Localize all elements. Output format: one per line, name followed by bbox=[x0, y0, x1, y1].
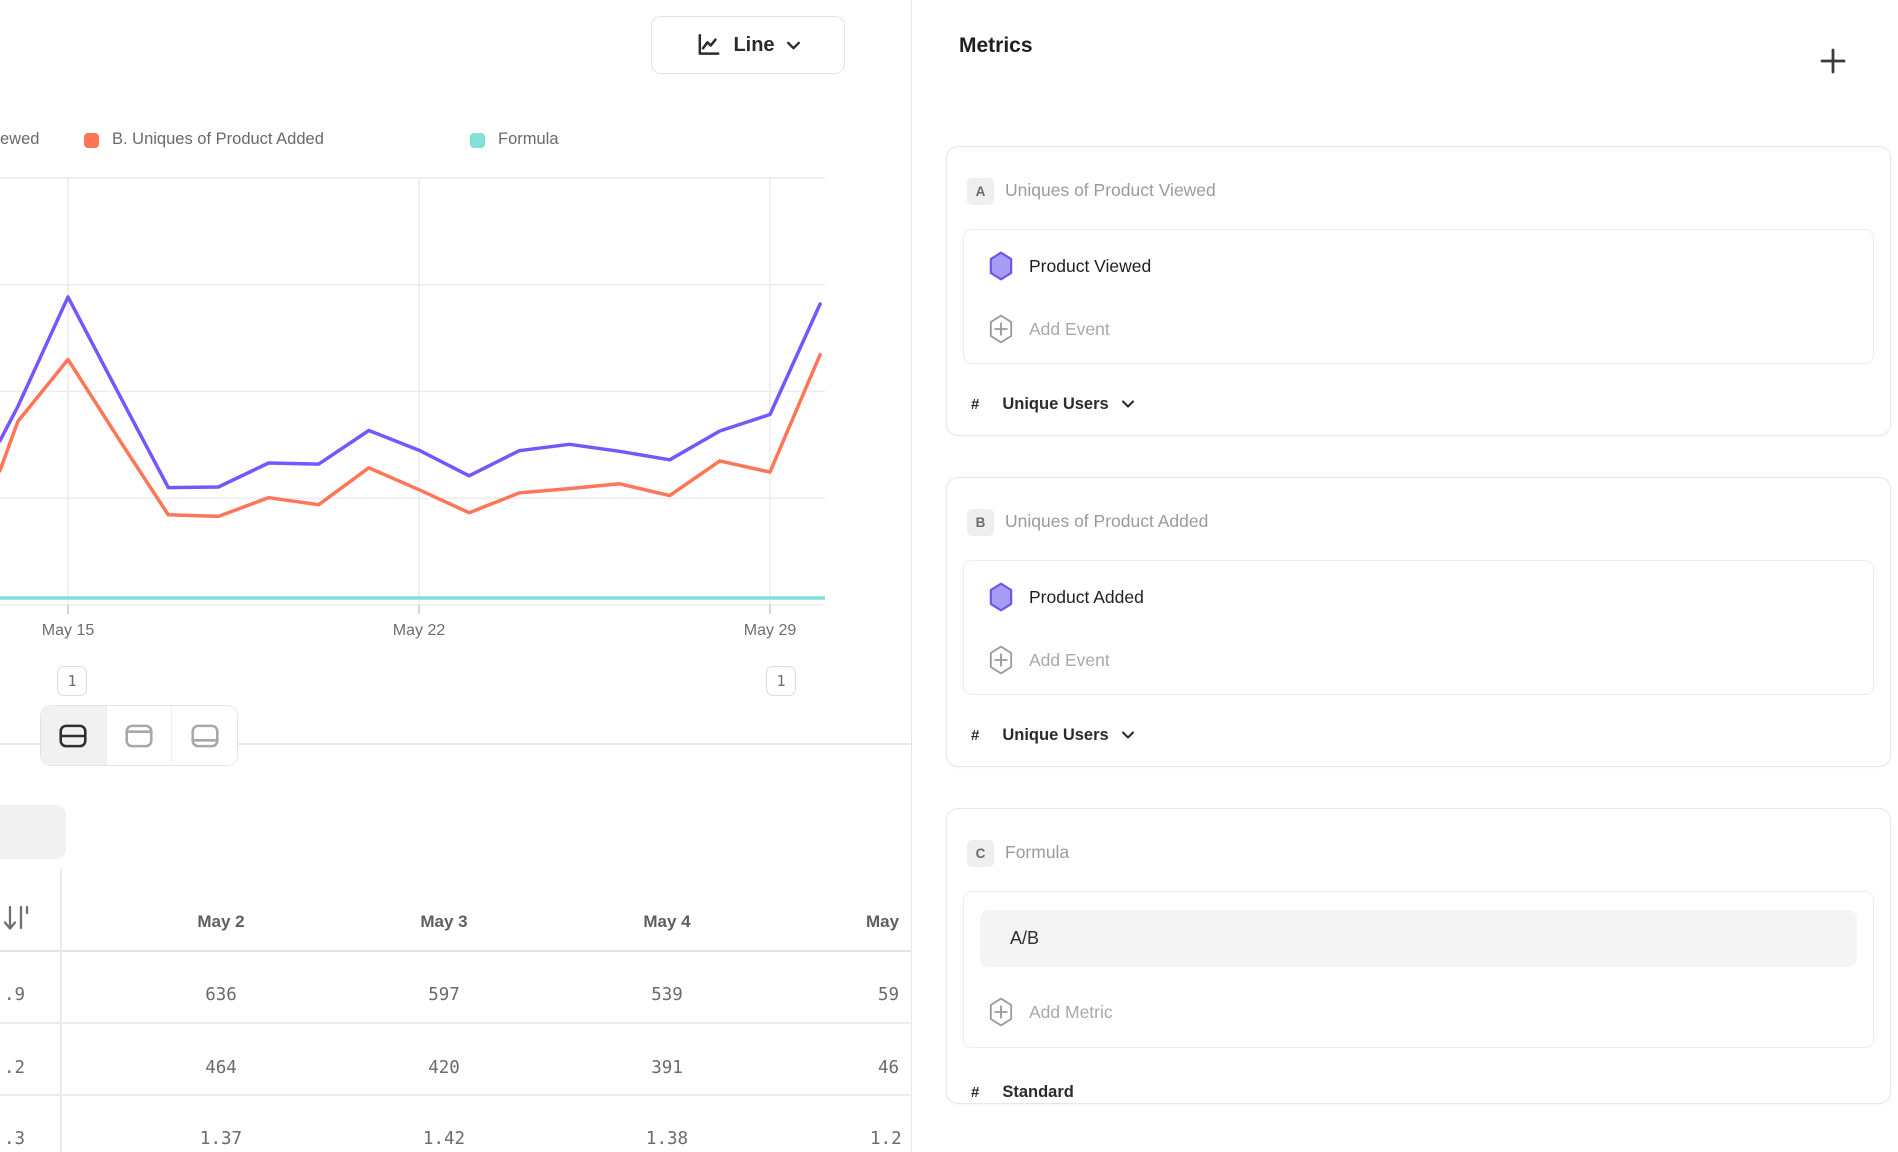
table-row-separator bbox=[0, 1094, 911, 1096]
x-tick-label-3: May 29 bbox=[744, 622, 796, 640]
table-cell: 636 bbox=[205, 985, 237, 1005]
metric-badge: B bbox=[967, 509, 994, 536]
event-box: Product Added Add Event bbox=[963, 560, 1874, 695]
metric-card-b[interactable]: B Uniques of Product Added Product Added… bbox=[946, 477, 1891, 767]
hash-icon: # bbox=[971, 727, 979, 744]
split-view-icon bbox=[59, 724, 87, 748]
event-name: Product Viewed bbox=[1029, 256, 1151, 277]
table-cell: 420 bbox=[428, 1058, 460, 1078]
chevron-down-icon bbox=[1121, 399, 1135, 409]
table-cell-clipped: 59 bbox=[878, 985, 899, 1005]
table-row-label-clipped: .9 bbox=[4, 985, 25, 1005]
line-chart bbox=[0, 0, 911, 670]
layout-toggle bbox=[40, 705, 238, 766]
formula-input[interactable]: A/B bbox=[980, 910, 1857, 967]
formula-value: A/B bbox=[1010, 928, 1039, 949]
column-header[interactable]: May 4 bbox=[643, 912, 690, 932]
aggregation-label: Unique Users bbox=[1002, 726, 1108, 745]
column-header-clipped[interactable]: May bbox=[866, 912, 899, 932]
table-only-icon bbox=[191, 724, 219, 748]
aggregation-label: Unique Users bbox=[1002, 395, 1108, 414]
table-cell: 1.42 bbox=[423, 1129, 465, 1149]
add-metric-plus-icon[interactable] bbox=[1819, 47, 1847, 80]
add-event-label: Add Event bbox=[1029, 650, 1110, 671]
table-cell: 539 bbox=[651, 985, 683, 1005]
event-box: Product Viewed Add Event bbox=[963, 229, 1874, 364]
aggregation-selector[interactable]: # Standard bbox=[971, 1077, 1074, 1107]
table-cell-clipped: 46 bbox=[878, 1058, 899, 1078]
event-name: Product Added bbox=[1029, 587, 1144, 608]
add-event-button[interactable]: Add Event bbox=[988, 639, 1110, 681]
layout-toggle-chart-only[interactable] bbox=[107, 706, 173, 765]
hash-icon: # bbox=[971, 1084, 979, 1101]
add-event-button[interactable]: Add Event bbox=[988, 308, 1110, 350]
column-header[interactable]: May 2 bbox=[197, 912, 244, 932]
add-event-label: Add Event bbox=[1029, 319, 1110, 340]
table-row-label-clipped: .3 bbox=[4, 1129, 25, 1149]
formula-box: A/B Add Metric bbox=[963, 891, 1874, 1048]
metrics-panel: Metrics A Uniques of Product Viewed Prod… bbox=[911, 0, 1898, 1152]
table-cell-clipped: 1.2 bbox=[870, 1129, 902, 1149]
x-tick-label-2: May 22 bbox=[393, 622, 445, 640]
table-header-border bbox=[0, 950, 911, 952]
metric-card-a[interactable]: A Uniques of Product Viewed Product View… bbox=[946, 146, 1891, 436]
metric-card-c[interactable]: C Formula A/B Add Metric # Standard bbox=[946, 808, 1891, 1104]
add-hexagon-icon bbox=[988, 997, 1014, 1027]
table-toolbar-button-clipped[interactable] bbox=[0, 805, 66, 859]
aggregation-label: Standard bbox=[1002, 1083, 1074, 1102]
event-item[interactable]: Product Added bbox=[988, 576, 1144, 618]
metrics-panel-title: Metrics bbox=[959, 34, 1033, 58]
add-metric-label: Add Metric bbox=[1029, 1002, 1113, 1023]
aggregation-selector[interactable]: # Unique Users bbox=[971, 389, 1135, 419]
metric-title: Uniques of Product Added bbox=[1005, 511, 1208, 532]
add-metric-button[interactable]: Add Metric bbox=[988, 991, 1113, 1033]
metric-title: Formula bbox=[1005, 842, 1069, 863]
metric-title: Uniques of Product Viewed bbox=[1005, 180, 1216, 201]
aggregation-selector[interactable]: # Unique Users bbox=[971, 720, 1135, 750]
table-cell: 1.38 bbox=[646, 1129, 688, 1149]
chart-panel: Line ewed B. Uniques of Product Added Fo… bbox=[0, 0, 911, 1152]
add-hexagon-icon bbox=[988, 314, 1014, 344]
annotation-badge[interactable]: 1 bbox=[766, 666, 796, 696]
layout-toggle-table-only[interactable] bbox=[172, 706, 237, 765]
table-cell: 464 bbox=[205, 1058, 237, 1078]
table-cell: 1.37 bbox=[200, 1129, 242, 1149]
x-tick-label-1: May 15 bbox=[42, 622, 94, 640]
event-hexagon-icon bbox=[988, 251, 1014, 281]
event-hexagon-icon bbox=[988, 582, 1014, 612]
chevron-down-icon bbox=[1121, 730, 1135, 740]
table-row-separator bbox=[0, 1022, 911, 1024]
sort-descending-icon[interactable] bbox=[2, 900, 30, 941]
metric-badge: A bbox=[967, 178, 994, 205]
hash-icon: # bbox=[971, 396, 979, 413]
table-cell: 597 bbox=[428, 985, 460, 1005]
column-header[interactable]: May 3 bbox=[420, 912, 467, 932]
table-cell: 391 bbox=[651, 1058, 683, 1078]
frozen-column-border bbox=[60, 869, 62, 1152]
annotation-badge[interactable]: 1 bbox=[57, 666, 87, 696]
chart-only-icon bbox=[125, 724, 153, 748]
table-row-label-clipped: .2 bbox=[4, 1058, 25, 1078]
event-item[interactable]: Product Viewed bbox=[988, 245, 1151, 287]
add-hexagon-icon bbox=[988, 645, 1014, 675]
metric-badge: C bbox=[967, 840, 994, 867]
layout-toggle-split-view[interactable] bbox=[41, 706, 107, 765]
